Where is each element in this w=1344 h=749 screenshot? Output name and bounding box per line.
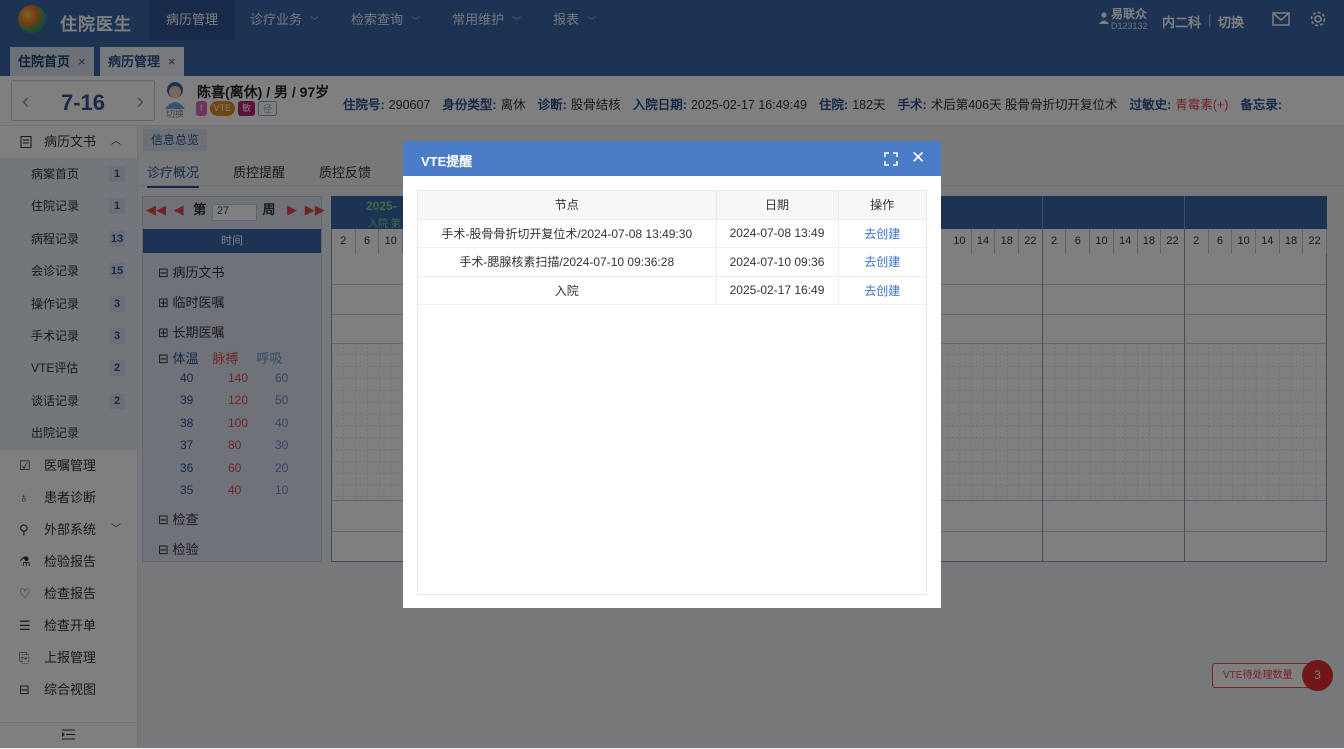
dialog-header: VTE提醒 ✕ [403,141,941,176]
vte-table: 节点 日期 操作 手术-股骨骨折切开复位术/2024-07-08 13:49:3… [417,190,927,595]
table-row: 手术-腮腺核素扫描/2024-07-10 09:36:28 2024-07-10 … [418,247,926,277]
date-cell: 2025-02-17 16:49 [716,276,839,305]
dialog-title: VTE提醒 [421,154,473,169]
create-link[interactable]: 去创建 [864,284,900,298]
table-row: 入院 2025-02-17 16:49 去创建 [418,276,926,305]
node-cell: 手术-股骨骨折切开复位术/2024-07-08 13:49:30 [418,219,717,248]
maximize-icon[interactable] [884,152,898,166]
create-link[interactable]: 去创建 [864,255,900,269]
col-date: 日期 [716,191,839,220]
action-cell: 去创建 [838,247,926,277]
node-cell: 入院 [418,276,717,305]
action-cell: 去创建 [838,219,926,248]
vte-reminder-dialog: VTE提醒 ✕ 节点 日期 操作 手术-股骨骨折切开复位术/2024-07-08… [403,141,941,608]
date-cell: 2024-07-08 13:49 [716,219,839,248]
col-action: 操作 [838,191,926,220]
action-cell: 去创建 [838,276,926,305]
date-cell: 2024-07-10 09:36 [716,247,839,277]
node-cell: 手术-腮腺核素扫描/2024-07-10 09:36:28 [418,247,717,277]
close-icon[interactable]: ✕ [911,148,925,168]
col-node: 节点 [418,191,717,220]
create-link[interactable]: 去创建 [864,227,900,241]
table-row: 手术-股骨骨折切开复位术/2024-07-08 13:49:30 2024-07-… [418,219,926,248]
